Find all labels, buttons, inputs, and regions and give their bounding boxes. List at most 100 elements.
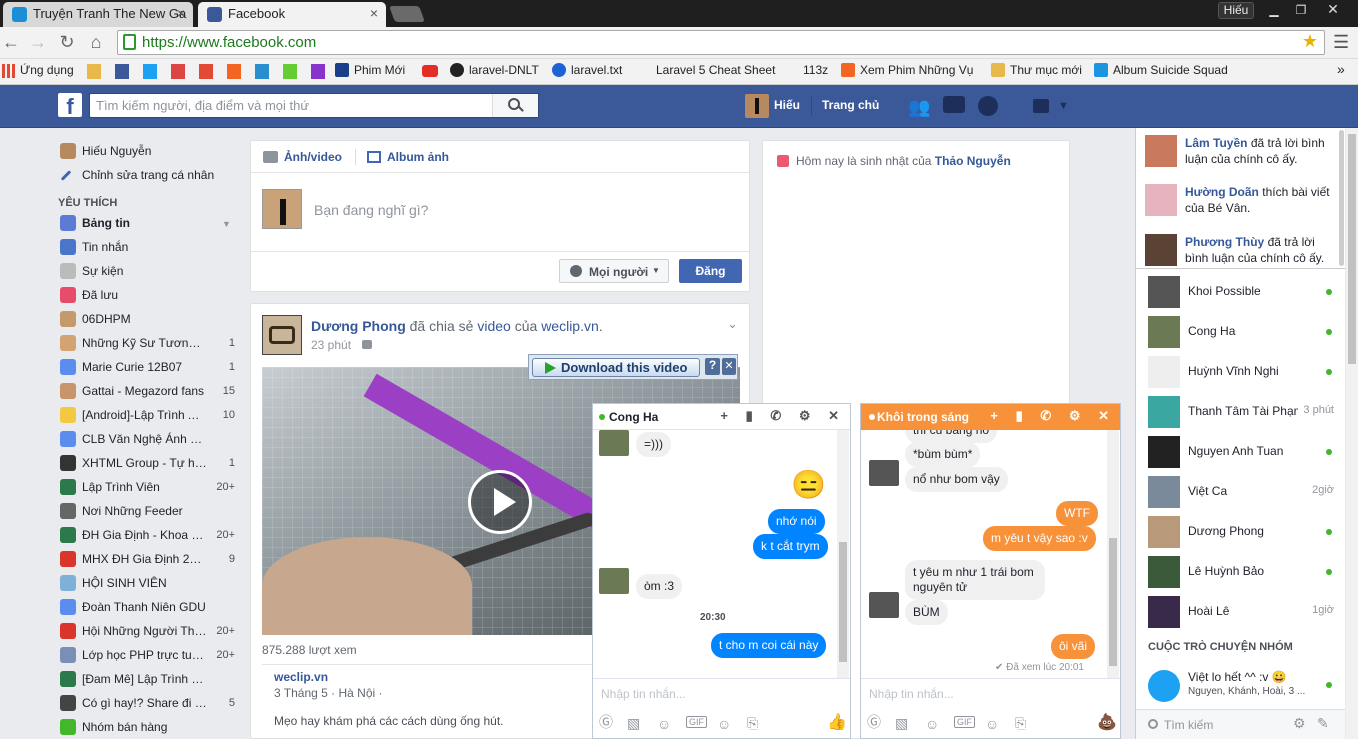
bookmark-apps[interactable]: Ứng dụng <box>20 63 74 77</box>
contact-item[interactable]: Dương Phong <box>1148 514 1334 550</box>
youtube-icon[interactable] <box>422 65 438 77</box>
link-domain[interactable]: weclip.vn <box>274 670 328 684</box>
bookmark-xem-phim[interactable]: Xem Phim Những Vụ <box>841 63 975 77</box>
sticker-icon[interactable]: ☺ <box>657 716 671 732</box>
audience-selector[interactable]: Mọi người ▼ <box>559 259 669 283</box>
sidebar-item-5[interactable]: Những Kỹ Sư Tương Lai 1 <box>60 335 235 355</box>
sidebar-item-9[interactable]: CLB Văn Nghệ Ánh Sáng <box>60 431 235 451</box>
sidebar-item-21[interactable]: Nhóm bán hàng <box>60 719 235 739</box>
sidebar-item-0[interactable]: Bảng tin <box>60 215 235 235</box>
ticker-scrollbar[interactable] <box>1339 130 1344 266</box>
sidebar-item-10[interactable]: XHTML Group - Tự học 1 <box>60 455 235 475</box>
contact-item[interactable]: Lê Huỳnh Bảo <box>1148 554 1334 590</box>
poop-emoji-icon[interactable]: 💩 <box>1097 712 1117 732</box>
sticker-icon[interactable]: ☺ <box>925 716 939 732</box>
contact-item[interactable]: Khoi Possible <box>1148 274 1334 310</box>
reload-icon[interactable]: ↻ <box>56 32 78 53</box>
chat-scrollbar[interactable] <box>837 430 849 680</box>
nav-edit-profile[interactable]: Chỉnh sửa trang cá nhân <box>60 167 235 187</box>
sidebar-item-14[interactable]: MHX ĐH Gia Định 2016 9 <box>60 551 235 571</box>
search-button[interactable] <box>492 94 538 117</box>
sidebar-item-8[interactable]: [Android]-Lập Trình Android 10 <box>60 407 235 427</box>
contact-item[interactable]: Nguyen Anh Tuan <box>1148 434 1334 470</box>
tab-facebook[interactable]: Facebook × <box>198 2 386 27</box>
chat-header[interactable]: Khôi trong sáng + ▮ ✆ ⚙ ✕ <box>861 404 1120 430</box>
bookmarks-overflow-icon[interactable]: » <box>1337 61 1345 77</box>
post-object-link[interactable]: video <box>477 318 510 334</box>
chat-scrollbar[interactable] <box>1107 430 1119 680</box>
attachment-icon[interactable]: ⎘ <box>1015 715 1026 732</box>
download-video-button[interactable]: Download this video <box>532 358 700 377</box>
photo-video-tab[interactable]: Ảnh/video <box>284 150 342 164</box>
restore-icon[interactable]: ❐ <box>1290 3 1312 17</box>
header-home-link[interactable]: Trang chủ <box>822 98 879 112</box>
bookmark-laravel-txt[interactable]: laravel.txt <box>552 63 622 77</box>
page-scrollbar[interactable] <box>1346 128 1358 739</box>
account-menu-chevron-icon[interactable]: ▼ <box>1058 100 1069 112</box>
bookmark-laravel-dnlt[interactable]: laravel-DNLT <box>450 63 539 77</box>
sidebar-item-17[interactable]: Hội Những Người Thích 20+ <box>60 623 235 643</box>
group-chat-item[interactable]: Việt lo hết ^^ :v 😀 Nguyen, Khánh, Hoài,… <box>1148 668 1334 704</box>
new-message-icon[interactable]: ✎ <box>1317 715 1329 732</box>
bookmark-phim-moi[interactable]: Phim Mới <box>335 63 405 77</box>
contact-item[interactable]: Cong Ha <box>1148 314 1334 350</box>
contact-item[interactable]: Huỳnh Vĩnh Nghi <box>1148 354 1334 390</box>
back-icon[interactable]: ← <box>0 32 22 53</box>
post-options-chevron-icon[interactable]: ⌄ <box>727 316 738 332</box>
sidebar-item-20[interactable]: Có gì hay!? Share đi bạn 5 <box>60 695 235 715</box>
sidebar-item-1[interactable]: Tin nhắn <box>60 239 235 259</box>
chat-header[interactable]: Cong Ha + ▮ ✆ ⚙ ✕ <box>593 404 850 430</box>
sidebar-item-4[interactable]: 06DHPM <box>60 311 235 331</box>
bookmark-star-icon[interactable]: ★ <box>1302 31 1318 52</box>
messages-icon[interactable] <box>943 96 965 113</box>
sidebar-item-11[interactable]: Lập Trình Viên 20+ <box>60 479 235 499</box>
close-overlay-icon[interactable]: ✕ <box>722 358 736 375</box>
profile-badge[interactable]: Hiếu <box>1218 2 1254 19</box>
chat-tools[interactable]: + ▮ ✆ ⚙ ✕ <box>720 408 846 424</box>
photo-icon[interactable]: ▧ <box>895 715 908 732</box>
play-button-icon[interactable] <box>468 470 532 534</box>
bookmark-album-suicide-squad[interactable]: Album Suicide Squad <box>1094 63 1228 77</box>
friend-requests-icon[interactable]: 👥 <box>908 97 930 118</box>
sidebar-item-15[interactable]: HỘI SINH VIÊN <box>60 575 235 595</box>
album-tab[interactable]: Album ảnh <box>387 150 449 164</box>
facebook-logo[interactable]: f <box>58 93 82 119</box>
tab-truyen-tranh[interactable]: Truyện Tranh The New Ga × <box>3 2 193 27</box>
chat-tools[interactable]: + ▮ ✆ ⚙ ✕ <box>990 408 1116 424</box>
gif-icon[interactable]: GIF <box>954 716 975 728</box>
close-window-icon[interactable]: ✕ <box>1318 1 1348 17</box>
post-author-avatar[interactable] <box>262 315 302 355</box>
games-icon[interactable]: Ⓖ <box>599 712 613 732</box>
post-button[interactable]: Đăng <box>679 259 742 283</box>
contact-item[interactable]: Thanh Tâm Tài Phạm 3 phút <box>1148 394 1334 430</box>
notifications-globe-icon[interactable] <box>978 96 998 116</box>
bookmark-folder-thu-muc-moi[interactable]: Thư mục mới <box>991 63 1082 77</box>
settings-gear-icon[interactable]: ⚙ <box>1293 715 1306 732</box>
status-input[interactable]: Bạn đang nghĩ gì? <box>314 202 428 218</box>
post-timestamp[interactable]: 23 phút <box>311 338 351 352</box>
close-tab-icon[interactable]: × <box>370 5 378 21</box>
sidebar-item-12[interactable]: Nơi Những Feeder <box>60 503 235 523</box>
sidebar-item-2[interactable]: Sự kiện <box>60 263 235 283</box>
chat-input[interactable]: Nhập tin nhắn... <box>601 687 686 701</box>
contact-item[interactable]: Việt Ca 2giờ <box>1148 474 1334 510</box>
minimize-icon[interactable]: ▁ <box>1263 3 1285 17</box>
news-feed-options-icon[interactable]: ▼ <box>222 219 231 229</box>
home-icon[interactable]: ⌂ <box>85 32 107 53</box>
privacy-shortcuts-icon[interactable] <box>1033 99 1049 113</box>
close-tab-icon[interactable]: × <box>177 5 185 21</box>
games-icon[interactable]: Ⓖ <box>867 712 881 732</box>
attachment-icon[interactable]: ⎘ <box>747 715 758 732</box>
forward-icon[interactable]: → <box>27 32 49 53</box>
post-author-link[interactable]: Dương Phong <box>311 318 406 334</box>
photo-icon[interactable]: ▧ <box>627 715 640 732</box>
facebook-search[interactable]: Tìm kiếm người, địa điểm và mọi thứ <box>89 93 539 118</box>
sidebar-item-16[interactable]: Đoàn Thanh Niên GDU <box>60 599 235 619</box>
sidebar-item-19[interactable]: [Đam Mê] Lập Trình PHP <box>60 671 235 691</box>
sidebar-item-6[interactable]: Marie Curie 12B07 1 <box>60 359 235 379</box>
header-profile-avatar[interactable] <box>745 94 769 118</box>
header-profile-name[interactable]: Hiếu <box>774 98 800 112</box>
apps-grid-icon[interactable] <box>2 64 16 78</box>
contact-item[interactable]: Hoài Lê 1giờ <box>1148 594 1334 630</box>
address-bar[interactable]: https://www.facebook.com ★ <box>117 30 1325 55</box>
